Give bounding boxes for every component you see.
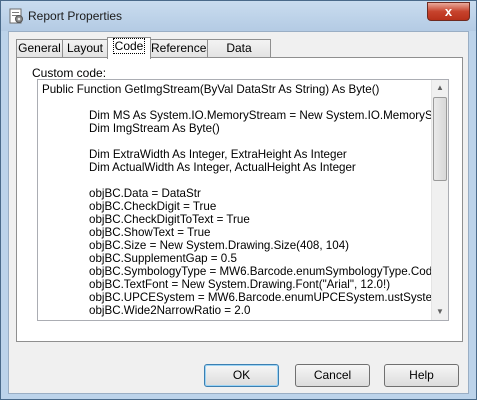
- scroll-down-arrow-icon[interactable]: ▼: [432, 304, 448, 320]
- dialog-body: General Layout Code References Data Outp…: [8, 31, 469, 394]
- tab-references[interactable]: References: [150, 39, 212, 58]
- code-editor[interactable]: Public Function GetImgStream(ByVal DataS…: [38, 80, 431, 320]
- code-line: objBC.SymbologyType = MW6.Barcode.enumSy…: [89, 265, 431, 278]
- custom-code-textbox[interactable]: Public Function GetImgStream(ByVal DataS…: [37, 79, 449, 321]
- scrollbar-thumb[interactable]: [433, 97, 447, 181]
- close-icon: x: [444, 4, 453, 19]
- code-line: objBC.Size = New System.Drawing.Size(408…: [89, 239, 350, 252]
- report-properties-icon: [9, 8, 23, 24]
- code-line: objBC.CheckDigit = True: [89, 200, 217, 213]
- code-line: objBC.CheckDigitToText = True: [89, 213, 250, 226]
- tab-data-output[interactable]: Data Output: [207, 39, 271, 72]
- code-line: objBC.ShowText = True: [89, 226, 211, 239]
- code-line: objBC.Wide2NarrowRatio = 2.0: [89, 304, 251, 317]
- tab-general[interactable]: General: [16, 39, 63, 58]
- code-line: objBC.UPCESystem = MW6.Barcode.enumUPCES…: [89, 291, 431, 304]
- tab-code[interactable]: Code: [107, 37, 151, 59]
- code-line: objBC.TextFont = New System.Drawing.Font…: [89, 278, 391, 291]
- tab-layout[interactable]: Layout: [62, 39, 108, 58]
- close-button[interactable]: x: [427, 2, 470, 21]
- code-line: Dim ExtraWidth As Integer, ExtraHeight A…: [89, 148, 347, 161]
- window-title: Report Properties: [28, 9, 123, 23]
- help-button[interactable]: Help: [384, 364, 459, 387]
- ok-button[interactable]: OK: [204, 364, 279, 387]
- scroll-up-arrow-icon[interactable]: ▲: [432, 80, 448, 96]
- code-line: Dim MS As System.IO.MemoryStream = New S…: [89, 109, 431, 122]
- code-line: Dim ActualWidth As Integer, ActualHeight…: [89, 161, 356, 174]
- code-line: objBC.SupplementGap = 0.5: [89, 252, 237, 265]
- code-vertical-scrollbar[interactable]: ▲ ▼: [431, 80, 448, 320]
- code-line: objBC.Data = DataStr: [89, 187, 201, 200]
- code-line: Public Function GetImgStream(ByVal DataS…: [42, 83, 380, 96]
- report-properties-window: Report Properties x General Layout Code …: [0, 0, 477, 400]
- custom-code-label: Custom code:: [32, 66, 107, 80]
- cancel-button[interactable]: Cancel: [295, 364, 370, 387]
- code-line: Dim ImgStream As Byte(): [89, 122, 220, 135]
- title-bar[interactable]: Report Properties x: [1, 1, 476, 31]
